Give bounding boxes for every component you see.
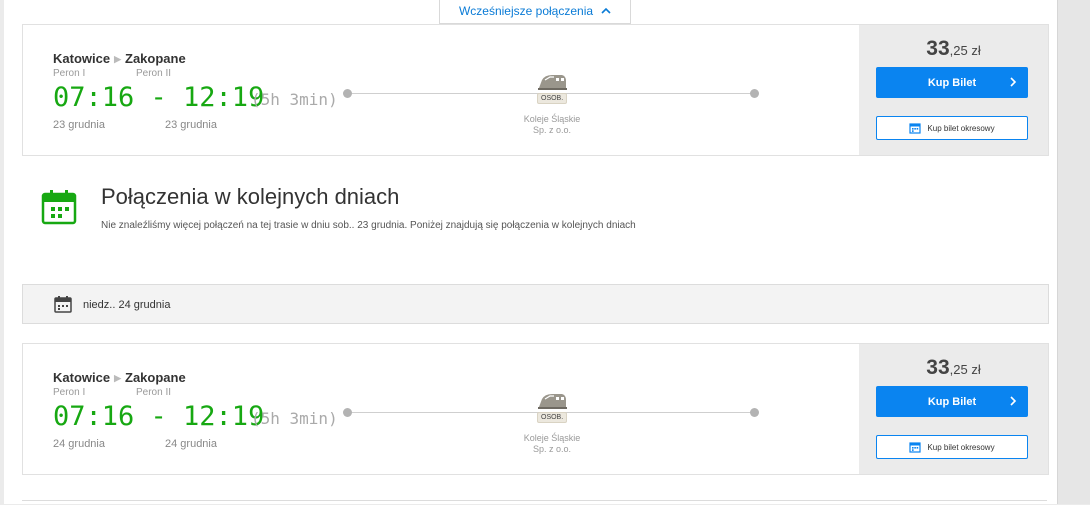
connection-card[interactable]: Katowice ▶ Zakopane Peron I Peron II 07:16… <box>22 343 1049 475</box>
operator-line2: Sp. z o.o. <box>532 125 572 135</box>
travel-duration: (5h 3min) <box>251 90 338 109</box>
from-platform: Peron I <box>53 68 86 79</box>
route-arrow-icon: ▶ <box>114 373 121 383</box>
from-station: Katowice <box>53 51 111 66</box>
results-page: Wcześniejsze połączenia Katowice ▶ Zakopan… <box>4 0 1057 504</box>
buy-ticket-button[interactable]: Kup Bilet <box>876 67 1028 98</box>
operator-line2: Sp. z o.o. <box>532 444 572 454</box>
route-end-dot <box>750 408 759 417</box>
route-stations: Katowice ▶ Zakopane <box>53 51 186 66</box>
to-platform: Peron II <box>136 68 172 79</box>
price-rest: ,25 zł <box>949 43 981 58</box>
train-type-badge: OSOB. <box>537 93 568 104</box>
departure-arrival-times: 07:16 - 12:19 <box>53 401 265 432</box>
earlier-connections-button[interactable]: Wcześniejsze połączenia <box>439 0 631 24</box>
season-ticket-button[interactable]: Kup bilet okresowy <box>876 116 1028 140</box>
operator-line1: Koleje Śląskie <box>523 114 581 124</box>
route-end-dot <box>750 89 759 98</box>
route-start-dot <box>343 89 352 98</box>
next-days-title: Połączenia w kolejnych dniach <box>101 184 400 209</box>
train-icon <box>538 394 567 409</box>
calendar-icon <box>54 296 72 313</box>
ticket-price: 33,25 zł <box>859 37 1048 61</box>
ticket-price: 33,25 zł <box>859 356 1048 380</box>
train-type-badge: OSOB. <box>537 412 568 423</box>
price-rest: ,25 zł <box>949 362 981 377</box>
route-arrow-icon: ▶ <box>114 54 121 64</box>
operator-name: Koleje Śląskie Sp. z o.o. <box>493 433 611 455</box>
season-ticket-label: Kup bilet okresowy <box>927 123 995 133</box>
from-platform: Peron I <box>53 387 86 398</box>
route-start-dot <box>343 408 352 417</box>
next-card-edge <box>22 500 1047 505</box>
season-ticket-label: Kup bilet okresowy <box>927 442 995 452</box>
route-stations: Katowice ▶ Zakopane <box>53 370 186 385</box>
operator-name: Koleje Śląskie Sp. z o.o. <box>493 114 611 136</box>
departure-arrival-times: 07:16 - 12:19 <box>53 82 265 113</box>
price-main: 33 <box>926 37 950 60</box>
earlier-connections-label: Wcześniejsze połączenia <box>458 4 594 18</box>
to-station: Zakopane <box>125 51 186 66</box>
buy-ticket-button[interactable]: Kup Bilet <box>876 386 1028 417</box>
buy-ticket-label: Kup Bilet <box>927 76 977 89</box>
calendar-icon <box>909 123 922 134</box>
chevron-right-icon <box>1010 77 1017 87</box>
to-platform: Peron II <box>136 387 172 398</box>
departure-date: 24 grudnia <box>53 438 105 450</box>
date-separator: niedz.. 24 grudnia <box>22 284 1049 324</box>
price-panel: 33,25 zł Kup Bilet Kup bilet okresowy <box>859 25 1048 155</box>
train-icon <box>538 75 567 90</box>
arrival-date: 24 grudnia <box>165 438 217 450</box>
scrollbar-area[interactable] <box>1057 0 1090 504</box>
date-separator-label: niedz.. 24 grudnia <box>83 299 171 311</box>
chevron-right-icon <box>1010 396 1017 406</box>
connection-card[interactable]: Katowice ▶ Zakopane Peron I Peron II 07:16… <box>22 24 1049 156</box>
to-station: Zakopane <box>125 370 186 385</box>
from-station: Katowice <box>53 370 111 385</box>
calendar-icon <box>909 442 922 453</box>
price-panel: 33,25 zł Kup Bilet Kup bilet okresowy <box>859 344 1048 474</box>
calendar-icon <box>41 190 77 225</box>
departure-date: 23 grudnia <box>53 119 105 131</box>
next-days-description: Nie znaleźliśmy więcej połączeń na tej t… <box>101 220 636 231</box>
operator-line1: Koleje Śląskie <box>523 433 581 443</box>
buy-ticket-label: Kup Bilet <box>927 395 977 408</box>
chevron-up-icon <box>601 7 611 14</box>
price-main: 33 <box>926 356 950 379</box>
season-ticket-button[interactable]: Kup bilet okresowy <box>876 435 1028 459</box>
arrival-date: 23 grudnia <box>165 119 217 131</box>
travel-duration: (5h 3min) <box>251 409 338 428</box>
next-days-section: Połączenia w kolejnych dniach Nie znaleź… <box>22 184 1047 264</box>
